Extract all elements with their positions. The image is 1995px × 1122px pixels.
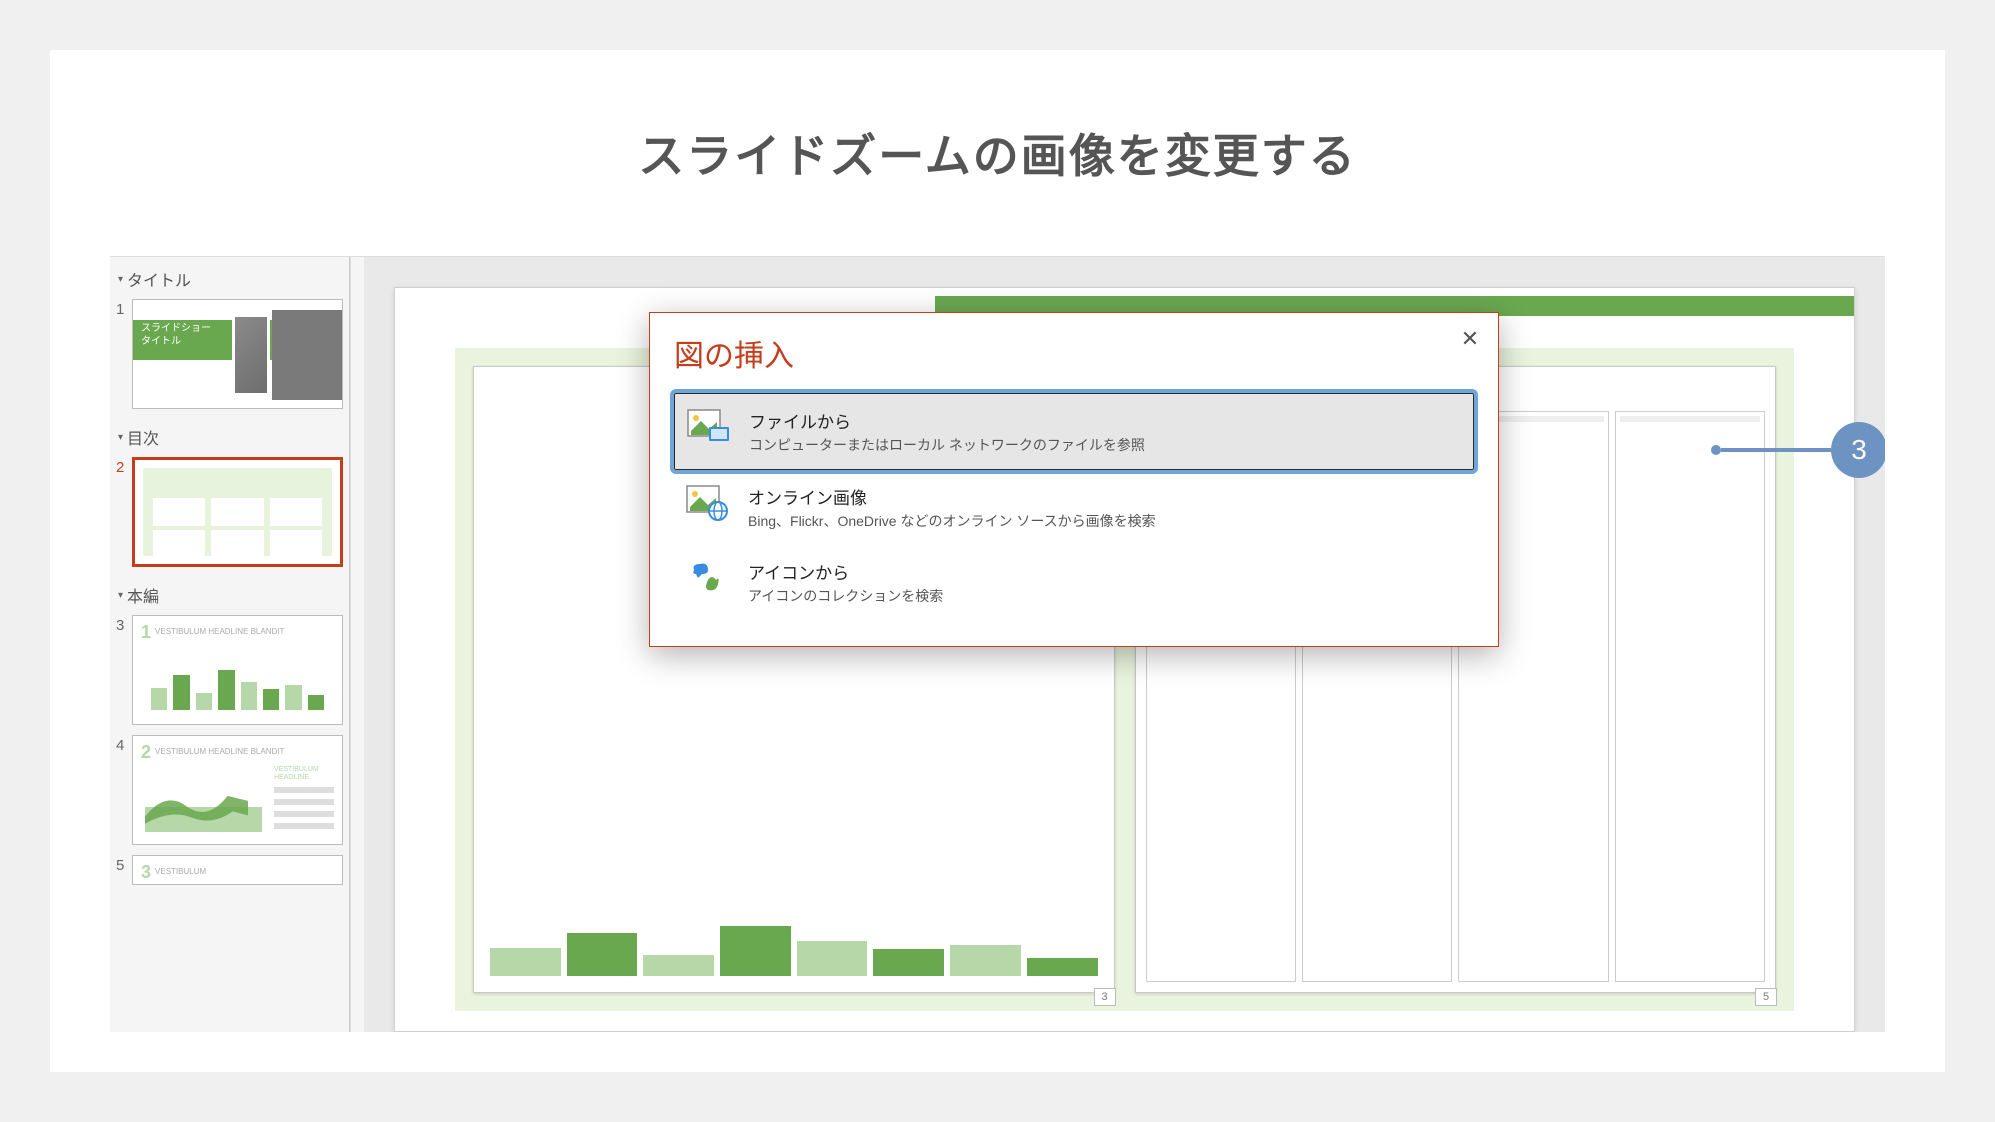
sub-slide-index: 5	[1755, 988, 1777, 1006]
option-title: オンライン画像	[748, 484, 1156, 509]
area-chart-icon	[145, 770, 262, 832]
thumb-heading: 1 VESTIBULUM HEADLINE BLANDIT	[141, 622, 284, 643]
section-header-toc[interactable]: 目次	[116, 419, 343, 457]
slide-thumbnail-5[interactable]: 3 VESTIBULUM	[132, 855, 343, 885]
option-from-icons[interactable]: アイコンから アイコンのコレクションを検索	[674, 545, 1474, 620]
option-title: アイコンから	[748, 559, 943, 584]
section-header-title[interactable]: タイトル	[116, 261, 343, 299]
slide-number: 3	[116, 615, 132, 634]
thumbnail-row: 2 Slide	[116, 457, 343, 567]
thumbnail-row: 3 1 VESTIBULUM HEADLINE BLANDIT	[116, 615, 343, 725]
slide-thumbnail-3[interactable]: 1 VESTIBULUM HEADLINE BLANDIT	[132, 615, 343, 725]
step-badge: 3	[1831, 422, 1885, 478]
thumb-inner	[143, 468, 332, 556]
slide-thumbnail-2[interactable]: Slide	[132, 457, 343, 567]
callout-line	[1721, 448, 1831, 452]
thumb-photo	[272, 310, 342, 400]
section-header-body[interactable]: 本編	[116, 577, 343, 615]
bar-chart-icon	[490, 906, 1098, 976]
sub-slide-index: 3	[1094, 988, 1116, 1006]
slide-thumbnail-1[interactable]: スライドショー タイトル	[132, 299, 343, 409]
thumb-heading: 3 VESTIBULUM	[141, 862, 206, 883]
step-callout: 3	[1711, 422, 1885, 478]
close-icon: ✕	[1461, 326, 1479, 352]
slide-editor-area: 3 1 2 3 4 5	[364, 257, 1885, 1032]
page-title: スライドズームの画像を変更する	[110, 120, 1885, 186]
thumb-photo-inset	[232, 314, 270, 396]
option-online-image[interactable]: オンライン画像 Bing、Flickr、OneDrive などのオンライン ソー…	[674, 470, 1474, 545]
thumbnail-row: 4 2 VESTIBULUM HEADLINE BLANDIT VESTIBUL…	[116, 735, 343, 845]
screenshot-area: タイトル 1 スライドショー タイトル 目次 2 Slide	[110, 256, 1885, 1032]
picture-online-icon	[684, 484, 732, 522]
slide-number: 1	[116, 299, 132, 318]
slide-number: 5	[116, 855, 132, 874]
slide-thumbnail-4[interactable]: 2 VESTIBULUM HEADLINE BLANDIT VESTIBULUM…	[132, 735, 343, 845]
callout-dot-icon	[1711, 445, 1721, 455]
icons-icon	[684, 559, 732, 597]
option-desc: Bing、Flickr、OneDrive などのオンライン ソースから画像を検索	[748, 511, 1156, 531]
slide-number: 4	[116, 735, 132, 754]
option-desc: コンピューターまたはローカル ネットワークのファイルを参照	[749, 435, 1145, 455]
slide-number: 2	[116, 457, 132, 476]
thumbnail-row: 1 スライドショー タイトル	[116, 299, 343, 409]
thumb-side-lines: VESTIBULUM HEADLINE	[274, 766, 334, 829]
thumb-title-text: スライドショー タイトル	[141, 322, 211, 348]
close-button[interactable]: ✕	[1456, 325, 1484, 353]
option-desc: アイコンのコレクションを検索	[748, 586, 943, 606]
outer-card: スライドズームの画像を変更する タイトル 1 スライドショー タイトル 目次	[50, 50, 1945, 1072]
thumbnail-row: 5 3 VESTIBULUM	[116, 855, 343, 885]
option-from-file[interactable]: ファイルから コンピューターまたはローカル ネットワークのファイルを参照	[674, 393, 1474, 470]
picture-file-icon	[685, 408, 733, 446]
insert-picture-dialog: ✕ 図の挿入 ファイルから コ	[649, 312, 1499, 647]
scrollbar-gutter[interactable]	[350, 257, 364, 1032]
thumb-heading: 2 VESTIBULUM HEADLINE BLANDIT	[141, 742, 284, 763]
bar-chart-icon	[151, 654, 324, 710]
option-title: ファイルから	[749, 408, 1145, 433]
thumbnail-panel: タイトル 1 スライドショー タイトル 目次 2 Slide	[110, 257, 350, 1032]
dialog-title: 図の挿入	[674, 331, 1474, 375]
